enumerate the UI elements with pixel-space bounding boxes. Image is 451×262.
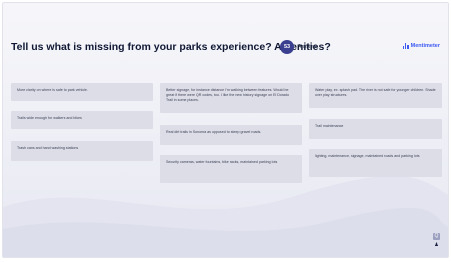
- mentimeter-logo: Mentimeter: [402, 43, 440, 49]
- mentimeter-bars-icon: [402, 43, 409, 49]
- response-card: Water play, ex. splash pad. The river is…: [309, 83, 442, 108]
- brand-name: Mentimeter: [410, 43, 440, 49]
- response-count-label: Answers: [298, 44, 318, 50]
- response-card: Better signage, for instance distance I'…: [160, 83, 302, 113]
- response-card: Security cameras, water fountains, bike …: [160, 155, 302, 183]
- slide-frame: Tell us what is missing from your parks …: [2, 2, 449, 258]
- response-count-badge: 53: [280, 40, 294, 54]
- response-card: Trails wide enough for walkers and bikes: [11, 111, 153, 129]
- response-card: Real dirt trails in Sonoma as opposed to…: [160, 125, 302, 145]
- presenter-badge-icon[interactable]: Q: [433, 233, 440, 240]
- response-card: Trail maintenance: [309, 119, 442, 139]
- response-card: Trash cans and hand washing stations: [11, 141, 153, 161]
- response-card: lighting, maintenance, signage, maintain…: [309, 149, 442, 177]
- response-card: More clarity on where is safe to park ve…: [11, 83, 153, 101]
- person-icon[interactable]: ♟: [433, 242, 440, 249]
